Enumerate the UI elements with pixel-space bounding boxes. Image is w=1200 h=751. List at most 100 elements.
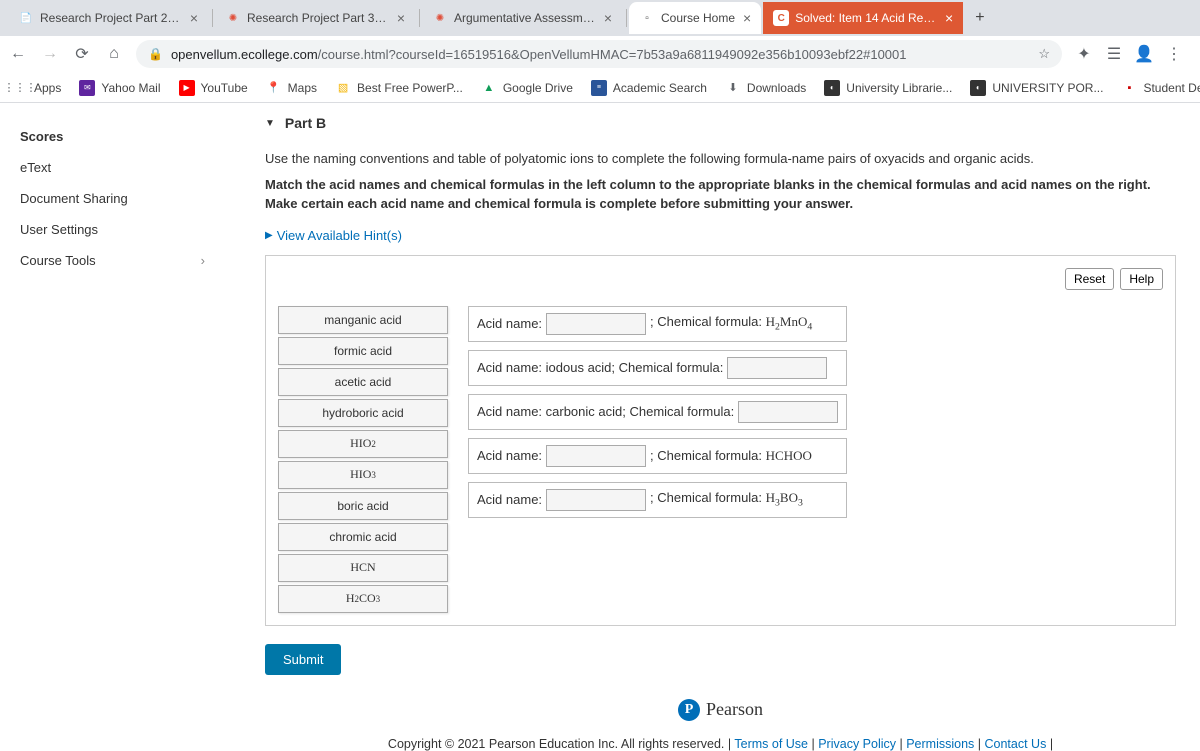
back-icon[interactable]: ← <box>8 44 28 64</box>
caret-right-icon: ▶ <box>265 230 273 241</box>
sidebar-item-user-settings[interactable]: User Settings <box>20 214 205 245</box>
sidebar-item-course-tools[interactable]: Course Tools› <box>20 245 205 276</box>
chevron-right-icon: › <box>201 253 205 268</box>
draggable-tile[interactable]: HCN <box>278 554 448 582</box>
menu-icon[interactable]: ⋮ <box>1164 44 1184 64</box>
draggable-tile[interactable]: boric acid <box>278 492 448 520</box>
bookmarks-bar: ⋮⋮⋮Apps ✉Yahoo Mail ▶YouTube 📍Maps ▧Best… <box>0 72 1200 102</box>
apps-grid-icon: ⋮⋮⋮ <box>12 80 28 96</box>
tab-favicon: 📄 <box>18 10 34 26</box>
drop-target-row: Acid name: iodous acid; Chemical formula… <box>468 350 847 386</box>
bookmark-item[interactable]: ▪Student Detail Sc... <box>1121 80 1200 96</box>
draggable-tile[interactable]: acetic acid <box>278 368 448 396</box>
tab-close-icon[interactable]: × <box>945 10 953 26</box>
tab-favicon: C <box>773 10 789 26</box>
youtube-icon: ▶ <box>179 80 195 96</box>
bookmark-item[interactable]: ✉Yahoo Mail <box>79 80 160 96</box>
draggable-tile[interactable]: manganic acid <box>278 306 448 334</box>
tab-favicon: ✺ <box>432 10 448 26</box>
extension-icons: ✦ ☰ 👤 ⋮ <box>1074 44 1192 64</box>
bookmark-item[interactable]: ▧Best Free PowerP... <box>335 80 463 96</box>
draggable-tile[interactable]: HIO3 <box>278 461 448 489</box>
drop-target-row: Acid name: carbonic acid; Chemical formu… <box>468 394 847 430</box>
draggable-tile[interactable]: H2CO3 <box>278 585 448 613</box>
student-icon: ▪ <box>1121 80 1137 96</box>
download-icon: ⬇ <box>725 80 741 96</box>
bookmark-item[interactable]: ◐UNIVERSITY POR... <box>970 80 1103 96</box>
instruction-bold: Match the acid names and chemical formul… <box>265 175 1176 214</box>
drop-slot[interactable] <box>738 401 838 423</box>
instruction-text: Use the naming conventions and table of … <box>265 149 1176 169</box>
tab-close-icon[interactable]: × <box>397 10 405 26</box>
tab-title: Course Home <box>661 11 735 25</box>
target-label: Acid name: <box>477 316 542 331</box>
draggable-tile[interactable]: HIO2 <box>278 430 448 458</box>
draggable-tiles-column: manganic acid formic acid acetic acid hy… <box>278 306 448 613</box>
help-button[interactable]: Help <box>1120 268 1163 290</box>
mail-icon: ✉ <box>79 80 95 96</box>
drop-targets-column: Acid name: ; Chemical formula: H2MnO4 Ac… <box>468 306 847 613</box>
target-label: ; Chemical formula: HCHOO <box>650 448 812 464</box>
url-text: openvellum.ecollege.com/course.html?cour… <box>171 47 907 62</box>
drop-slot[interactable] <box>546 489 646 511</box>
drive-icon: ▲ <box>481 80 497 96</box>
bookmark-star-icon[interactable]: ☆ <box>1038 46 1050 62</box>
sidebar-item-document-sharing[interactable]: Document Sharing <box>20 183 205 214</box>
pearson-p-icon: P <box>678 699 700 721</box>
target-label: ; Chemical formula: H2MnO4 <box>650 314 812 333</box>
url-input[interactable]: 🔒 openvellum.ecollege.com/course.html?co… <box>136 40 1062 68</box>
drop-slot[interactable] <box>546 313 646 335</box>
privacy-link[interactable]: Privacy Policy <box>818 737 896 751</box>
forward-icon[interactable]: → <box>40 44 60 64</box>
extensions-icon[interactable]: ✦ <box>1074 44 1094 64</box>
bookmark-item[interactable]: ◐University Librarie... <box>824 80 952 96</box>
view-hints-link[interactable]: ▶ View Available Hint(s) <box>265 228 1176 243</box>
bookmark-apps[interactable]: ⋮⋮⋮Apps <box>12 80 61 96</box>
reading-list-icon[interactable]: ☰ <box>1104 44 1124 64</box>
lock-icon: 🔒 <box>148 47 163 61</box>
browser-tab-active[interactable]: ▫ Course Home × <box>629 2 761 34</box>
bookmark-item[interactable]: ⬇Downloads <box>725 80 806 96</box>
sidebar-item-scores[interactable]: Scores <box>20 121 205 152</box>
page-footer: P Pearson Copyright © 2021 Pearson Educa… <box>265 699 1176 751</box>
permissions-link[interactable]: Permissions <box>906 737 974 751</box>
caret-down-icon: ▼ <box>265 118 275 129</box>
new-tab-button[interactable]: + <box>965 9 994 27</box>
tab-close-icon[interactable]: × <box>604 10 612 26</box>
target-label: Acid name: carbonic acid; Chemical formu… <box>477 404 734 419</box>
tab-title: Solved: Item 14 Acid Refers To <box>795 11 937 25</box>
browser-tab[interactable]: ✺ Research Project Part 3--Multi × <box>215 2 415 34</box>
tab-close-icon[interactable]: × <box>743 10 751 26</box>
drop-target-row: Acid name: ; Chemical formula: H3BO3 <box>468 482 847 518</box>
main-content: ▼ Part B Use the naming conventions and … <box>225 103 1200 751</box>
address-bar: ← → ⟳ ⌂ 🔒 openvellum.ecollege.com/course… <box>0 36 1200 72</box>
tab-close-icon[interactable]: × <box>190 10 198 26</box>
bookmark-item[interactable]: 📍Maps <box>266 80 317 96</box>
part-header[interactable]: ▼ Part B <box>265 115 1176 131</box>
bookmark-item[interactable]: ≡Academic Search <box>591 80 707 96</box>
draggable-tile[interactable]: chromic acid <box>278 523 448 551</box>
part-label: Part B <box>285 115 326 131</box>
draggable-tile[interactable]: formic acid <box>278 337 448 365</box>
drop-slot[interactable] <box>546 445 646 467</box>
tab-favicon: ▫ <box>639 10 655 26</box>
browser-tab[interactable]: 📄 Research Project Part 2- Resea × <box>8 2 208 34</box>
profile-icon[interactable]: 👤 <box>1134 44 1154 64</box>
browser-tab[interactable]: ✺ Argumentative Assessment Tas × <box>422 2 622 34</box>
contact-link[interactable]: Contact Us <box>985 737 1047 751</box>
bookmark-item[interactable]: ▶YouTube <box>179 80 248 96</box>
home-icon[interactable]: ⌂ <box>104 44 124 64</box>
tab-title: Research Project Part 3--Multi <box>247 11 389 25</box>
reload-icon[interactable]: ⟳ <box>72 44 92 64</box>
tab-title: Argumentative Assessment Tas <box>454 11 596 25</box>
bookmark-item[interactable]: ▲Google Drive <box>481 80 573 96</box>
course-sidebar: Scores eText Document Sharing User Setti… <box>0 103 225 751</box>
sidebar-item-etext[interactable]: eText <box>20 152 205 183</box>
browser-tab[interactable]: C Solved: Item 14 Acid Refers To × <box>763 2 963 34</box>
drop-slot[interactable] <box>727 357 827 379</box>
reset-button[interactable]: Reset <box>1065 268 1114 290</box>
tab-separator <box>626 9 627 27</box>
draggable-tile[interactable]: hydroboric acid <box>278 399 448 427</box>
submit-button[interactable]: Submit <box>265 644 341 675</box>
terms-link[interactable]: Terms of Use <box>734 737 808 751</box>
